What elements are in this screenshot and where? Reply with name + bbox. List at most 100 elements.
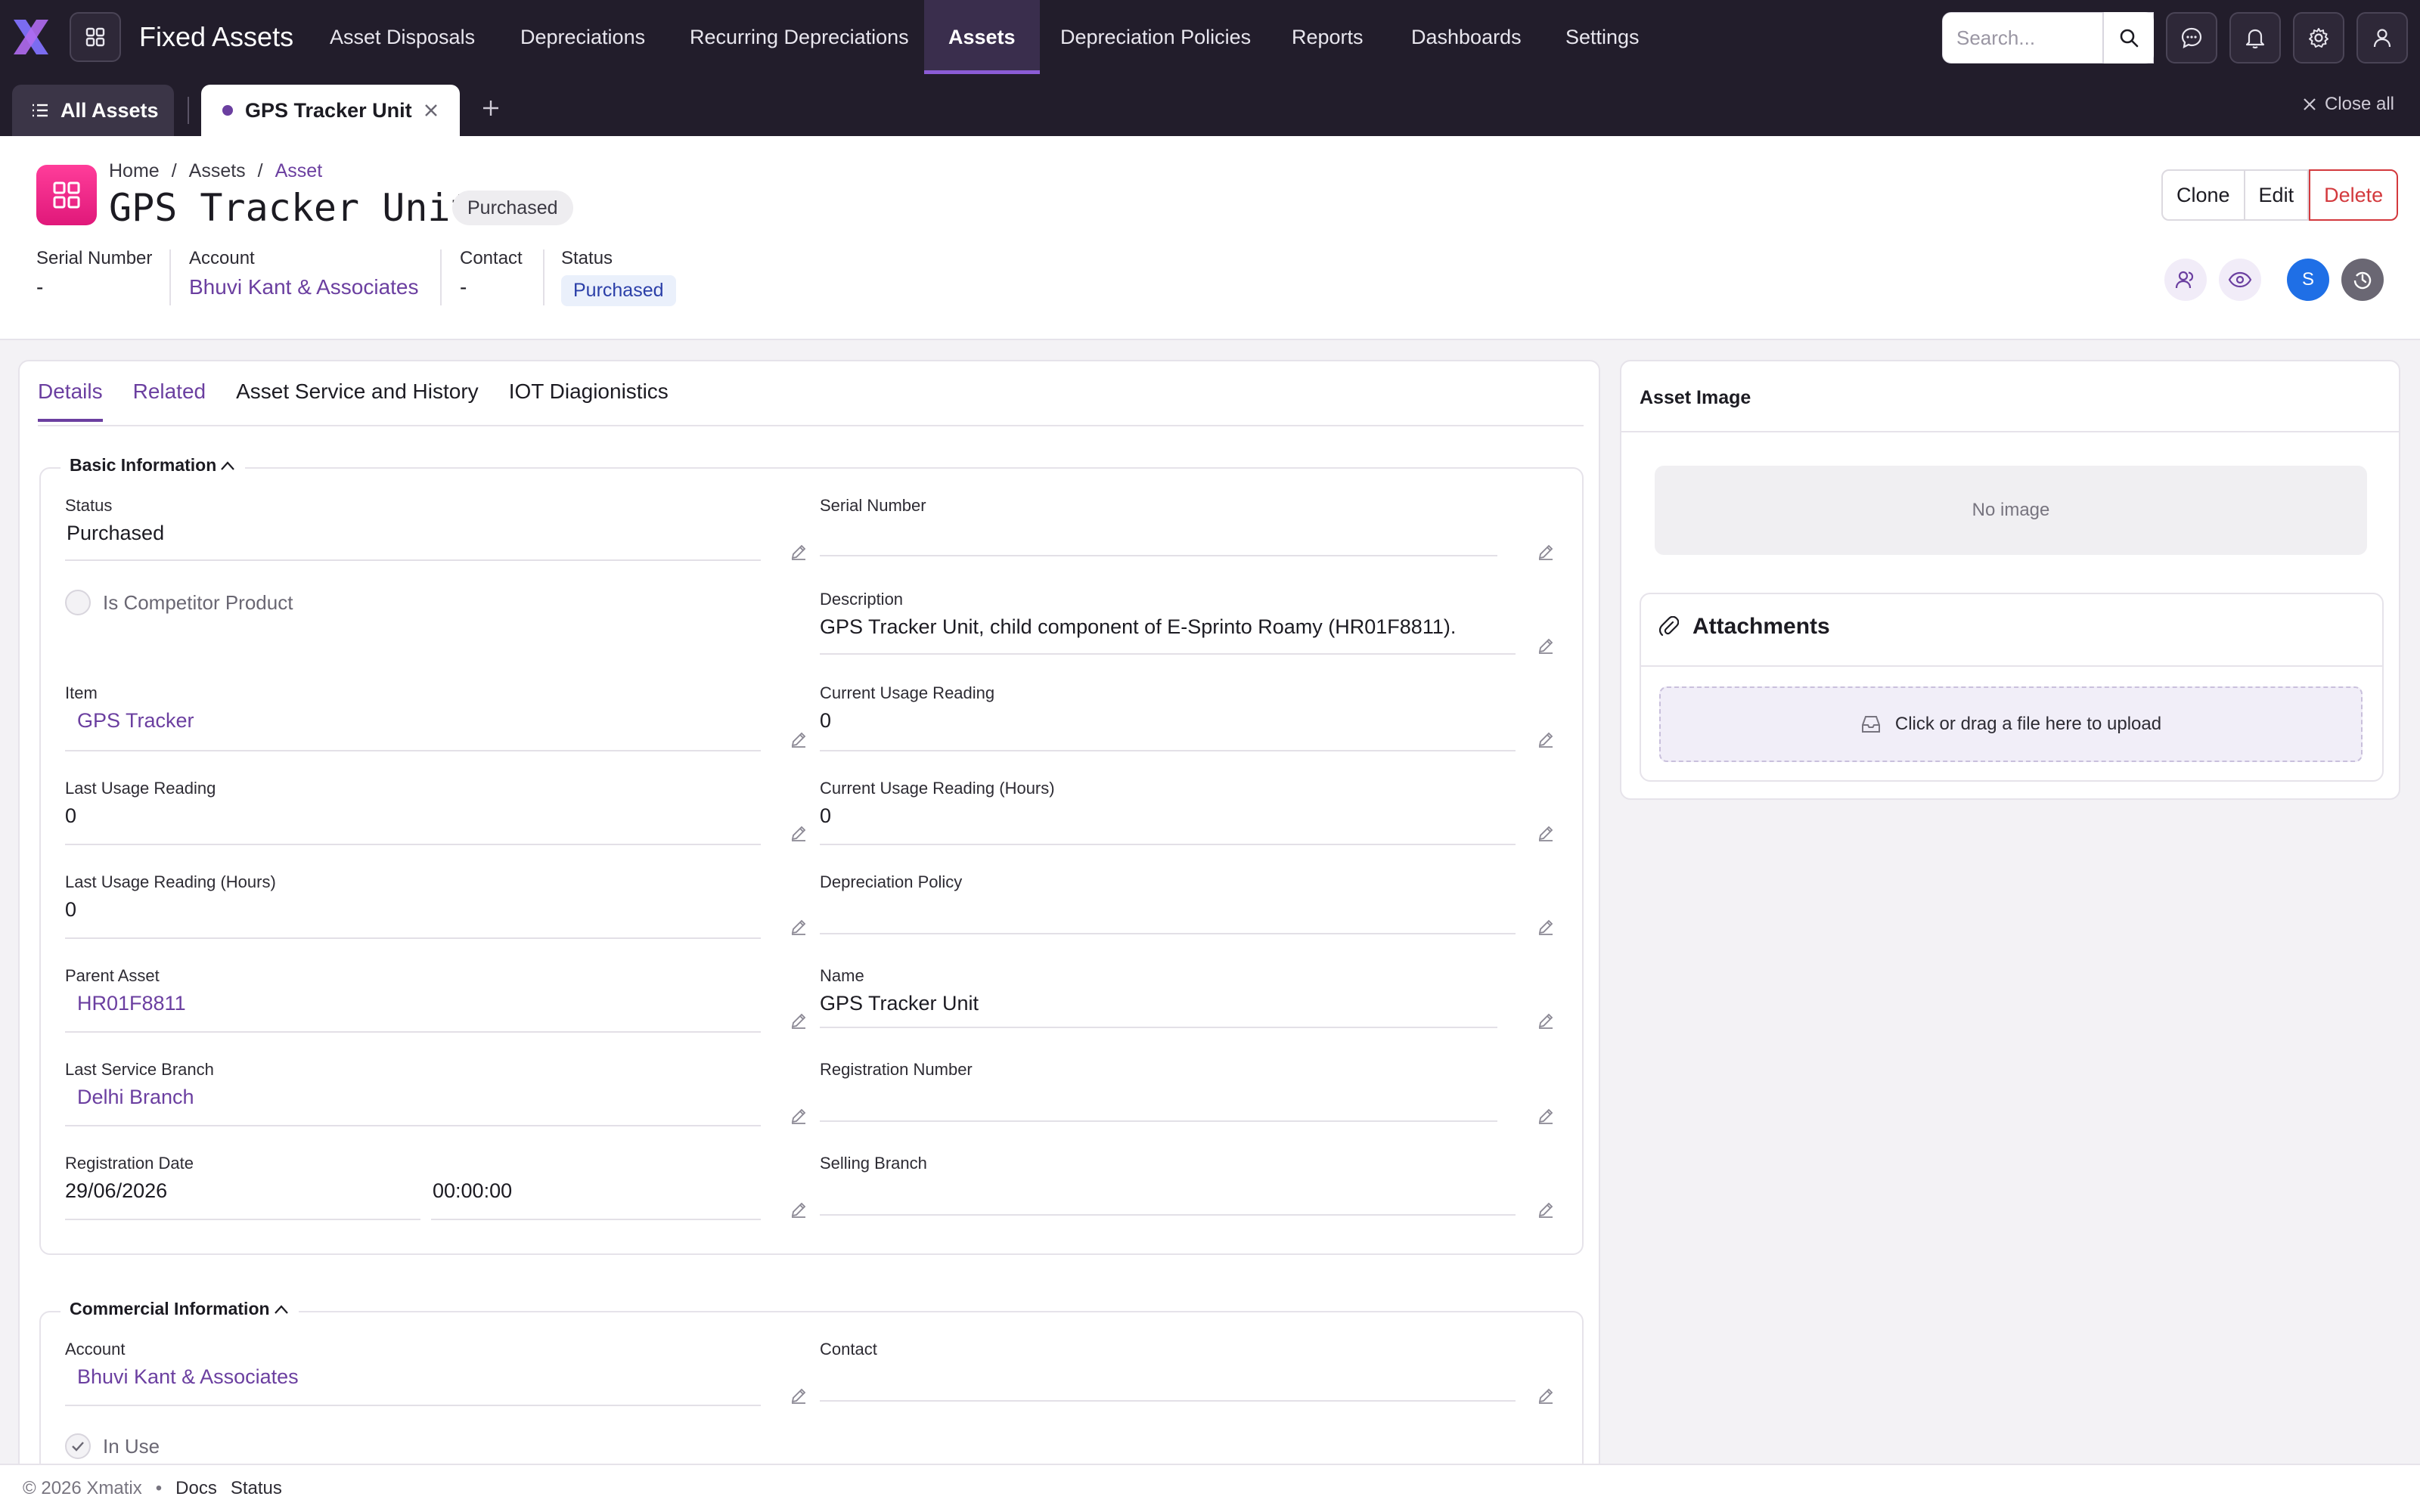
nav-reports[interactable]: Reports: [1267, 0, 1388, 74]
breadcrumb-asset[interactable]: Asset: [275, 160, 323, 182]
attachments-header: Attachments: [1659, 614, 1830, 640]
attachments-card: Attachments Click or drag a file here to…: [1640, 593, 2384, 782]
image-placeholder[interactable]: No image: [1655, 466, 2367, 555]
registration-number-field[interactable]: Registration Number: [820, 1060, 1562, 1128]
pencil-icon[interactable]: [1537, 918, 1555, 936]
user-icon: [2373, 29, 2391, 48]
pencil-icon[interactable]: [1537, 824, 1555, 842]
clone-button[interactable]: Clone: [2161, 169, 2245, 221]
pencil-icon[interactable]: [1537, 1201, 1555, 1219]
xmatix-logo[interactable]: [11, 17, 51, 57]
summary-contact: Contact -: [460, 248, 523, 299]
tab-all-assets[interactable]: All Assets: [12, 85, 174, 136]
serial-number-field[interactable]: Serial Number: [820, 496, 1562, 564]
last-usage-reading-field[interactable]: Last Usage Reading 0: [65, 779, 808, 847]
contact-field[interactable]: Contact: [820, 1340, 1562, 1408]
nav-asset-disposals[interactable]: Asset Disposals: [306, 0, 499, 74]
nav-depreciation-policies[interactable]: Depreciation Policies: [1036, 0, 1275, 74]
nav-recurring-depreciations[interactable]: Recurring Depreciations: [666, 0, 933, 74]
field-label: Last Usage Reading (Hours): [65, 872, 276, 891]
file-upload-dropzone[interactable]: Click or drag a file here to upload: [1659, 686, 2363, 762]
pencil-icon[interactable]: [1537, 543, 1555, 561]
avatar[interactable]: S: [2287, 259, 2329, 301]
assign-users-button[interactable]: [2164, 259, 2207, 301]
app-title[interactable]: Fixed Assets: [139, 21, 293, 53]
current-usage-reading-hours-field[interactable]: Current Usage Reading (Hours) 0: [820, 779, 1562, 847]
pencil-icon[interactable]: [790, 1107, 808, 1125]
item-field[interactable]: Item GPS Tracker: [65, 683, 808, 751]
watch-button[interactable]: [2219, 259, 2261, 301]
settings-button[interactable]: [2293, 12, 2344, 64]
pencil-icon[interactable]: [790, 730, 808, 748]
user-menu-button[interactable]: [2356, 12, 2408, 64]
bell-icon: [2245, 29, 2265, 49]
item-link[interactable]: GPS Tracker: [77, 709, 194, 733]
description-field[interactable]: Description GPS Tracker Unit, child comp…: [820, 590, 1562, 658]
breadcrumb-assets[interactable]: Assets: [189, 160, 246, 182]
current-usage-reading-field[interactable]: Current Usage Reading 0: [820, 683, 1562, 751]
pencil-icon[interactable]: [1537, 730, 1555, 748]
pencil-icon[interactable]: [790, 1012, 808, 1030]
nav-settings[interactable]: Settings: [1541, 0, 1664, 74]
tab-asset-service-history[interactable]: Asset Service and History: [236, 380, 479, 422]
notifications-button[interactable]: [2229, 12, 2281, 64]
in-use-checkbox[interactable]: In Use: [65, 1433, 160, 1459]
last-usage-reading-hours-field[interactable]: Last Usage Reading (Hours) 0: [65, 872, 808, 940]
pencil-icon[interactable]: [790, 918, 808, 936]
edit-button[interactable]: Edit: [2245, 169, 2310, 221]
nav-depreciations[interactable]: Depreciations: [496, 0, 669, 74]
history-button[interactable]: [2341, 259, 2384, 301]
account-field[interactable]: Account Bhuvi Kant & Associates: [65, 1340, 808, 1408]
pencil-icon[interactable]: [1537, 637, 1555, 655]
chat-button[interactable]: [2166, 12, 2217, 64]
pencil-icon[interactable]: [790, 1387, 808, 1405]
add-tab-icon[interactable]: [481, 98, 501, 118]
summary-divider: [440, 249, 442, 305]
close-all-button[interactable]: Close all: [2302, 94, 2394, 115]
breadcrumb-separator: /: [171, 160, 177, 181]
pencil-icon[interactable]: [790, 824, 808, 842]
pencil-icon[interactable]: [1537, 1107, 1555, 1125]
field-underline: [820, 1214, 1516, 1216]
list-icon: [33, 104, 48, 117]
is-competitor-product-checkbox[interactable]: Is Competitor Product: [65, 590, 293, 615]
delete-button[interactable]: Delete: [2309, 169, 2399, 221]
pencil-icon[interactable]: [1537, 1012, 1555, 1030]
close-icon[interactable]: [424, 103, 439, 118]
selling-branch-field[interactable]: Selling Branch: [820, 1154, 1562, 1222]
branch-link[interactable]: Delhi Branch: [77, 1086, 194, 1109]
nav-dashboards[interactable]: Dashboards: [1387, 0, 1546, 74]
footer-link-docs[interactable]: Docs: [175, 1478, 217, 1499]
tab-related[interactable]: Related: [133, 380, 206, 422]
tab-gps-tracker-unit[interactable]: GPS Tracker Unit: [201, 85, 460, 136]
tab-details[interactable]: Details: [38, 380, 103, 422]
field-underline: [65, 1405, 761, 1406]
field-underline: [65, 750, 761, 751]
summary-serial-number: Serial Number -: [36, 248, 152, 299]
account-link[interactable]: Bhuvi Kant & Associates: [189, 275, 419, 299]
last-service-branch-field[interactable]: Last Service Branch Delhi Branch: [65, 1060, 808, 1128]
parent-asset-link[interactable]: HR01F8811: [77, 992, 186, 1015]
pencil-icon[interactable]: [1537, 1387, 1555, 1405]
footer-link-status[interactable]: Status: [231, 1478, 282, 1499]
status-field[interactable]: Status Purchased: [65, 496, 808, 564]
parent-asset-field[interactable]: Parent Asset HR01F8811: [65, 966, 808, 1034]
section-header[interactable]: Basic Information: [60, 455, 246, 476]
app-launcher-button[interactable]: [70, 12, 121, 62]
breadcrumb-home[interactable]: Home: [109, 160, 160, 182]
search-button[interactable]: [2102, 12, 2154, 64]
checkbox-label: Is Competitor Product: [103, 590, 293, 614]
nav-assets[interactable]: Assets: [924, 0, 1040, 74]
pencil-icon[interactable]: [790, 543, 808, 561]
registration-date-field[interactable]: Registration Date 29/06/2026 00:00:00: [65, 1154, 808, 1222]
section-header[interactable]: Commercial Information: [60, 1299, 299, 1319]
tab-iot-diagnostics[interactable]: IOT Diagionistics: [509, 380, 669, 422]
time-value[interactable]: 00:00:00: [433, 1179, 512, 1203]
users-icon: [2175, 271, 2194, 289]
name-field[interactable]: Name GPS Tracker Unit: [820, 966, 1562, 1034]
date-value[interactable]: 29/06/2026: [65, 1179, 167, 1203]
summary-label: Account: [189, 248, 255, 268]
account-link[interactable]: Bhuvi Kant & Associates: [77, 1365, 299, 1389]
depreciation-policy-field[interactable]: Depreciation Policy: [820, 872, 1562, 940]
pencil-icon[interactable]: [790, 1201, 808, 1219]
